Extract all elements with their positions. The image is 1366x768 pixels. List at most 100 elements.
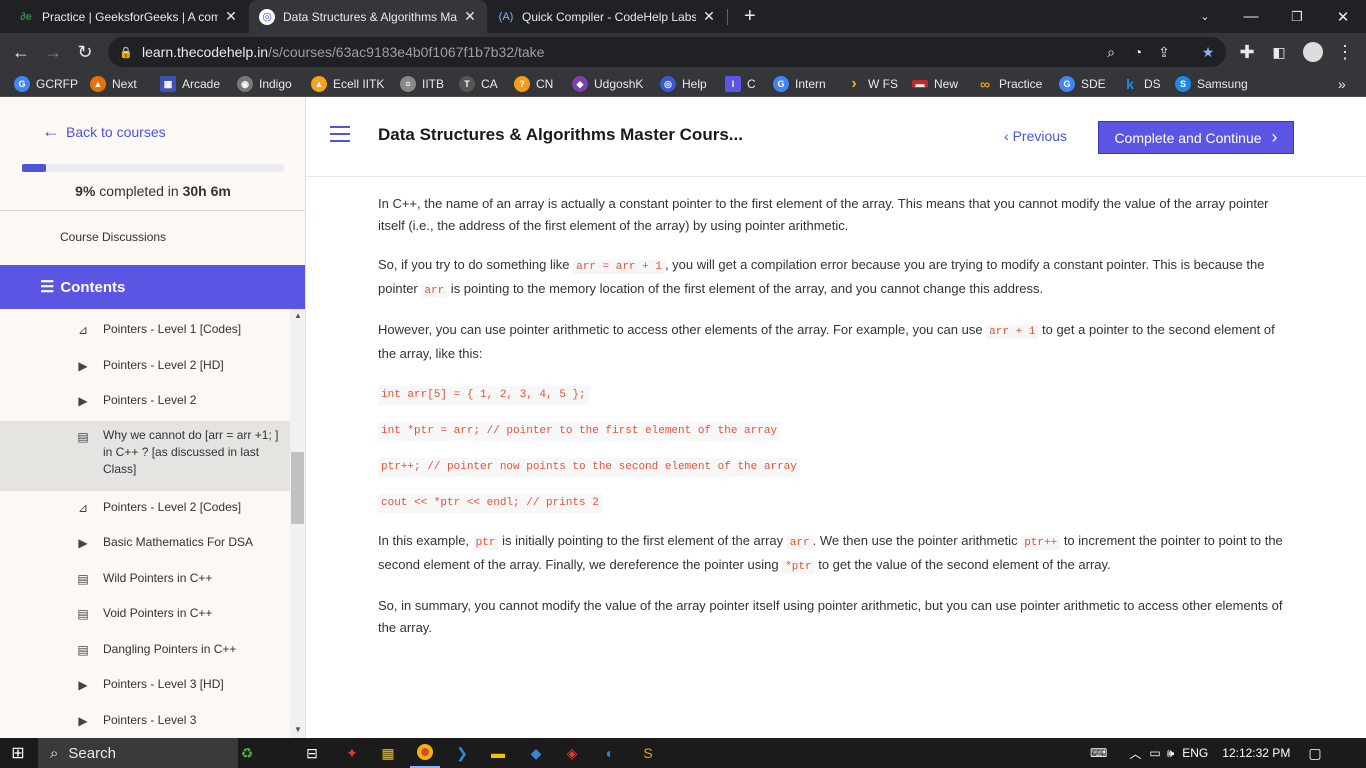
- zoom-search-icon[interactable]: ⌕: [1101, 42, 1121, 62]
- bookmark-intern[interactable]: G Intern: [773, 75, 826, 93]
- tab-title: Practice | GeeksforGeeks | A comp: [42, 9, 218, 24]
- chevron-up-icon[interactable]: ︿: [1129, 745, 1141, 762]
- tab-quick-compiler[interactable]: (A) Quick Compiler - CodeHelp Labs ✕: [488, 0, 726, 33]
- lesson-label: Dangling Pointers in C++: [103, 642, 237, 656]
- k-icon: k: [1126, 76, 1134, 92]
- bookmark-gcrfp[interactable]: G GCRFP: [14, 75, 78, 93]
- previous-button[interactable]: ‹ Previous: [1004, 128, 1067, 144]
- bookmark-cn[interactable]: ? CN: [514, 75, 553, 93]
- document-icon: ▤: [77, 429, 89, 444]
- edge-icon[interactable]: ◐: [596, 738, 624, 768]
- lesson-label: Pointers - Level 2 [Codes]: [103, 500, 242, 514]
- window-close-icon[interactable]: ✕: [1320, 0, 1366, 33]
- tab-geeksforgeeks[interactable]: ∂e Practice | GeeksforGeeks | A comp ✕: [8, 0, 248, 33]
- bookmark-wfs[interactable]: › W FS: [846, 75, 898, 93]
- bookmark-samsung[interactable]: S Samsung: [1175, 75, 1248, 93]
- arrow-left-icon: ←: [42, 121, 60, 141]
- scroll-up-icon[interactable]: ▲: [290, 311, 305, 320]
- keyboard-icon[interactable]: ⌨: [1090, 746, 1107, 760]
- notification-icon[interactable]: ▢: [1308, 745, 1321, 762]
- bookmark-ds[interactable]: k DS: [1122, 75, 1161, 93]
- chevron-left-icon: ‹: [1004, 128, 1013, 144]
- bookmark-c[interactable]: IC: [725, 75, 756, 93]
- close-icon[interactable]: ✕: [702, 8, 716, 25]
- bookmark-udgoshk[interactable]: ◆ UdgoshK: [572, 75, 643, 93]
- lesson-item[interactable]: ▶ Pointers - Level 2 [HD]: [0, 355, 290, 379]
- clock[interactable]: 12:12:32 PM: [1222, 746, 1290, 760]
- lesson-item[interactable]: ▶ Pointers - Level 3: [0, 710, 290, 734]
- lock-icon[interactable]: 🔒: [116, 42, 136, 62]
- gfg-icon: ∂e: [20, 10, 32, 23]
- tab-search-icon[interactable]: ⌄: [1182, 0, 1228, 33]
- more-bookmarks-icon[interactable]: »: [1338, 75, 1346, 93]
- system-tray: ⌨ ︿ ▭ 🕪 ENG 12:12:32 PM ▢: [1090, 738, 1322, 768]
- divider: [0, 210, 305, 211]
- back-arrow-icon[interactable]: ←: [6, 37, 36, 67]
- bookmark-sde[interactable]: G SDE: [1059, 75, 1106, 93]
- share-icon[interactable]: ⇪: [1154, 42, 1174, 62]
- url-text[interactable]: learn.thecodehelp.in/s/courses/63ac9183e…: [142, 44, 544, 60]
- complete-and-continue-button[interactable]: Complete and Continue ›: [1098, 121, 1294, 154]
- course-discussions-link[interactable]: Course Discussions: [60, 230, 166, 244]
- lesson-item[interactable]: ▶ Pointers - Level 3 [HD]: [0, 674, 290, 698]
- scroll-down-icon[interactable]: ▼: [290, 725, 305, 734]
- task-view-icon[interactable]: ⊟: [298, 738, 326, 768]
- language-indicator[interactable]: ENG: [1182, 746, 1208, 760]
- bookmark-arcade[interactable]: ▦ Arcade: [160, 75, 220, 93]
- close-icon[interactable]: ✕: [224, 8, 238, 25]
- lesson-item[interactable]: ▤ Void Pointers in C++: [0, 603, 290, 627]
- lesson-label: Void Pointers in C++: [103, 606, 213, 620]
- new-tab-button[interactable]: +: [734, 0, 762, 33]
- contents-header[interactable]: ☰ Contents: [0, 265, 305, 309]
- inline-code: arr + 1: [986, 325, 1039, 339]
- lesson-item[interactable]: ⊿ Pointers - Level 1 [Codes]: [0, 319, 290, 343]
- diamond-app-icon[interactable]: ◆: [522, 738, 550, 768]
- lesson-item[interactable]: ⊿ Pointers - Level 2 [Codes]: [0, 497, 290, 521]
- bookmark-ca[interactable]: T CA: [459, 75, 498, 93]
- bookmark-ecell[interactable]: ▲ Ecell IITK: [311, 75, 384, 93]
- bookmark-iitb[interactable]: ≡ IITB: [400, 75, 444, 93]
- volume-icon[interactable]: 🕪: [1167, 746, 1175, 761]
- lesson-item[interactable]: ▶ Basic Mathematics For DSA: [0, 532, 290, 556]
- sublime-icon[interactable]: S: [634, 738, 662, 768]
- bookmark-new[interactable]: ▬ New: [912, 75, 958, 93]
- windows-start-icon[interactable]: ⊞: [0, 738, 36, 768]
- bookmark-indigo[interactable]: ◉ Indigo: [237, 75, 292, 93]
- game-icon[interactable]: ✦: [338, 738, 366, 768]
- menu-kebab-icon[interactable]: ⋮: [1330, 37, 1360, 67]
- scrollbar-thumb[interactable]: [291, 452, 304, 524]
- scrollbar[interactable]: ▲ ▼: [290, 309, 305, 738]
- lesson-item[interactable]: ▤ Wild Pointers in C++: [0, 568, 290, 592]
- chrome-icon[interactable]: [410, 738, 440, 768]
- tab-dsa-course[interactable]: ◎ Data Structures & Algorithms Ma ✕: [249, 0, 487, 33]
- bookmark-practice[interactable]: ∞ Practice: [977, 75, 1042, 93]
- battery-icon[interactable]: ▭: [1149, 746, 1160, 760]
- bookmark-next[interactable]: ▲ Next: [90, 75, 137, 93]
- store-icon[interactable]: ▦: [374, 738, 402, 768]
- hamburger-menu-icon[interactable]: [330, 126, 350, 142]
- taskbar-search[interactable]: ⌕ Search: [38, 738, 238, 768]
- lesson-item[interactable]: ▤ Dangling Pointers in C++: [0, 639, 290, 663]
- file-explorer-icon[interactable]: ▬: [484, 738, 512, 768]
- reload-icon[interactable]: ↻: [70, 37, 100, 67]
- restore-icon[interactable]: ❐: [1274, 0, 1320, 33]
- address-bar[interactable]: 🔒 learn.thecodehelp.in/s/courses/63ac918…: [108, 37, 1226, 67]
- speed-icon[interactable]: ◔: [1128, 42, 1148, 62]
- forward-arrow-icon[interactable]: →: [38, 37, 68, 67]
- minimize-icon[interactable]: —: [1228, 0, 1274, 33]
- bookmark-help[interactable]: ◎ Help: [660, 75, 707, 93]
- vscode-icon[interactable]: ❯: [448, 738, 476, 768]
- anydesk-icon[interactable]: ◈: [558, 738, 586, 768]
- bookmark-star-icon[interactable]: ★: [1198, 42, 1218, 62]
- extensions-icon[interactable]: ✚: [1232, 37, 1262, 67]
- side-panel-icon[interactable]: ◧: [1264, 37, 1294, 67]
- lesson-header: Data Structures & Algorithms Master Cour…: [306, 97, 1366, 177]
- video-icon: ▶: [78, 535, 88, 550]
- avatar[interactable]: [1298, 37, 1328, 67]
- close-icon[interactable]: ✕: [463, 8, 477, 25]
- back-to-courses-link[interactable]: ← Back to courses: [42, 121, 166, 142]
- document-icon: ▤: [77, 642, 89, 657]
- lesson-item[interactable]: ▤ Why we cannot do [arr = arr +1; ] in C+…: [0, 421, 290, 491]
- list-icon: ☰: [40, 279, 55, 296]
- lesson-item[interactable]: ▶ Pointers - Level 2: [0, 390, 290, 414]
